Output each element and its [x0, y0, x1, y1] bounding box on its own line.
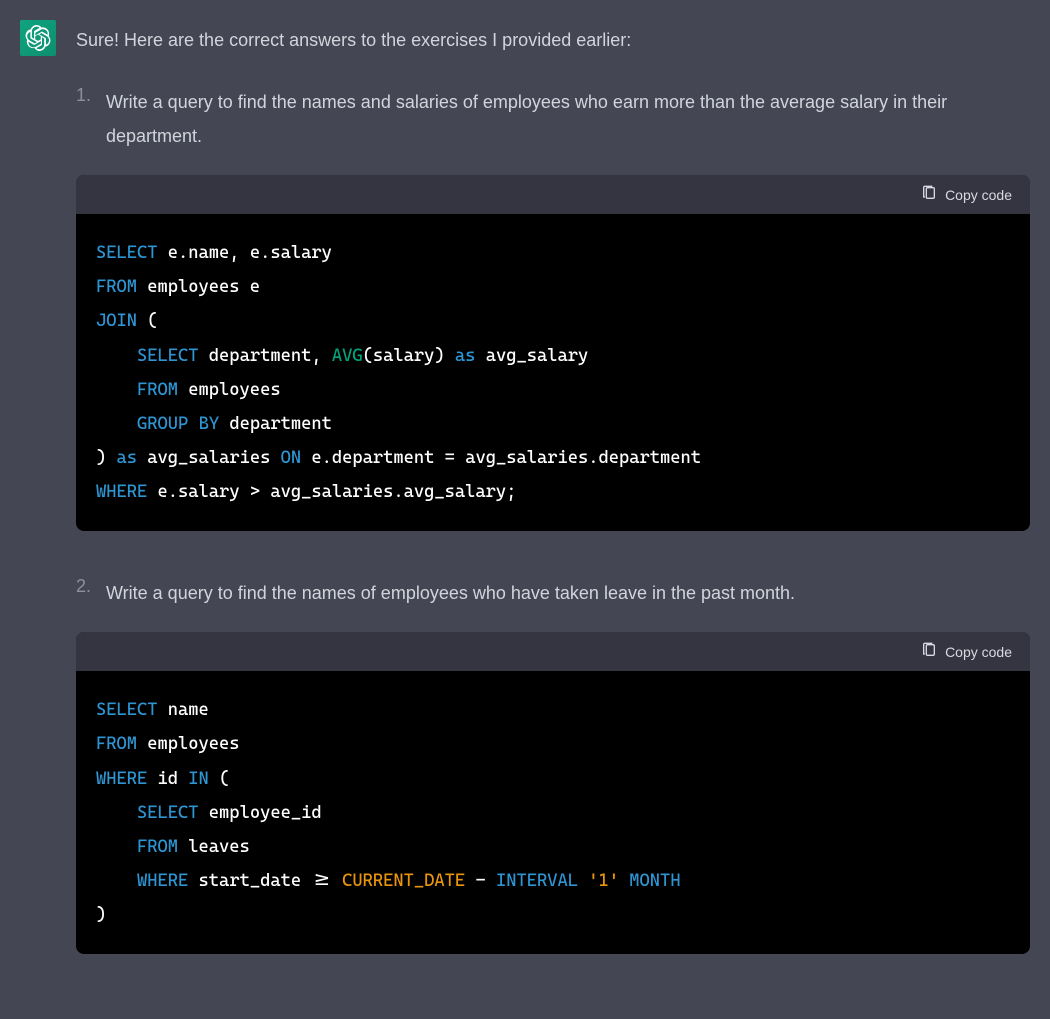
exercise-text: Write a query to find the names and sala…	[106, 85, 1030, 153]
copy-code-button[interactable]: Copy code	[921, 185, 1012, 204]
copy-code-label: Copy code	[945, 644, 1012, 660]
openai-logo-icon	[25, 25, 51, 51]
code-content: SELECT name FROM employees WHERE id IN (…	[76, 671, 1030, 954]
intro-text: Sure! Here are the correct answers to th…	[76, 26, 1030, 55]
exercise-prompt: 1.Write a query to find the names and sa…	[76, 85, 1030, 153]
code-header: Copy code	[76, 632, 1030, 671]
exercise-prompt: 2. Write a query to find the names of emp…	[76, 576, 1030, 610]
assistant-avatar	[20, 20, 56, 56]
code-block: Copy code SELECT e.name, e.salary FROM em…	[76, 175, 1030, 531]
clipboard-icon	[921, 642, 937, 661]
exercise-list: 1.Write a query to find the names and sa…	[76, 85, 1030, 954]
exercise-text: Write a query to find the names of emplo…	[106, 576, 795, 610]
copy-code-button[interactable]: Copy code	[921, 642, 1012, 661]
clipboard-icon	[921, 185, 937, 204]
copy-code-label: Copy code	[945, 187, 1012, 203]
chat-message: Sure! Here are the correct answers to th…	[0, 0, 1050, 1019]
exercise-item: 1.Write a query to find the names and sa…	[76, 85, 1030, 531]
code-block: Copy code SELECT name FROM employees WHER…	[76, 632, 1030, 954]
exercise-number: 1.	[76, 85, 94, 153]
code-header: Copy code	[76, 175, 1030, 214]
exercise-item: 2. Write a query to find the names of emp…	[76, 576, 1030, 954]
code-content: SELECT e.name, e.salary FROM employees e…	[76, 214, 1030, 531]
exercise-number: 2.	[76, 576, 94, 610]
message-content: Sure! Here are the correct answers to th…	[76, 20, 1030, 999]
